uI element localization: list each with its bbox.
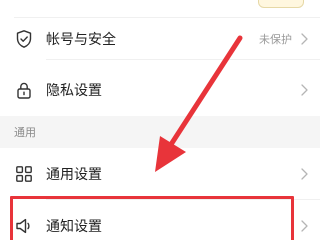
settings-item-general[interactable]: 通用设置 <box>0 148 320 200</box>
chevron-right-icon <box>301 84 308 96</box>
chevron-right-icon <box>301 220 308 232</box>
settings-item-account-security[interactable]: 帐号与安全 未保护 <box>0 18 320 60</box>
partial-badge <box>258 0 304 8</box>
shield-check-icon <box>16 30 32 48</box>
chevron-right-icon <box>301 168 308 180</box>
grid-icon <box>16 166 32 182</box>
settings-page: 帐号与安全 未保护 隐私设置 通用 通用设置 通知设置 <box>0 0 320 240</box>
settings-item-label: 帐号与安全 <box>46 32 116 48</box>
partial-top-row <box>0 0 320 18</box>
speaker-icon <box>16 218 30 234</box>
settings-item-label: 隐私设置 <box>46 83 102 99</box>
settings-item-privacy[interactable]: 隐私设置 <box>0 64 320 116</box>
settings-item-notifications[interactable]: 通知设置 <box>0 200 320 240</box>
divider <box>46 59 320 60</box>
section-label: 通用 <box>14 126 36 139</box>
settings-item-label: 通用设置 <box>46 167 102 183</box>
chevron-right-icon <box>301 33 308 45</box>
settings-item-label: 通知设置 <box>46 219 102 235</box>
section-header-general: 通用 <box>0 116 320 148</box>
lock-icon <box>17 82 31 99</box>
status-text: 未保护 <box>259 33 292 46</box>
